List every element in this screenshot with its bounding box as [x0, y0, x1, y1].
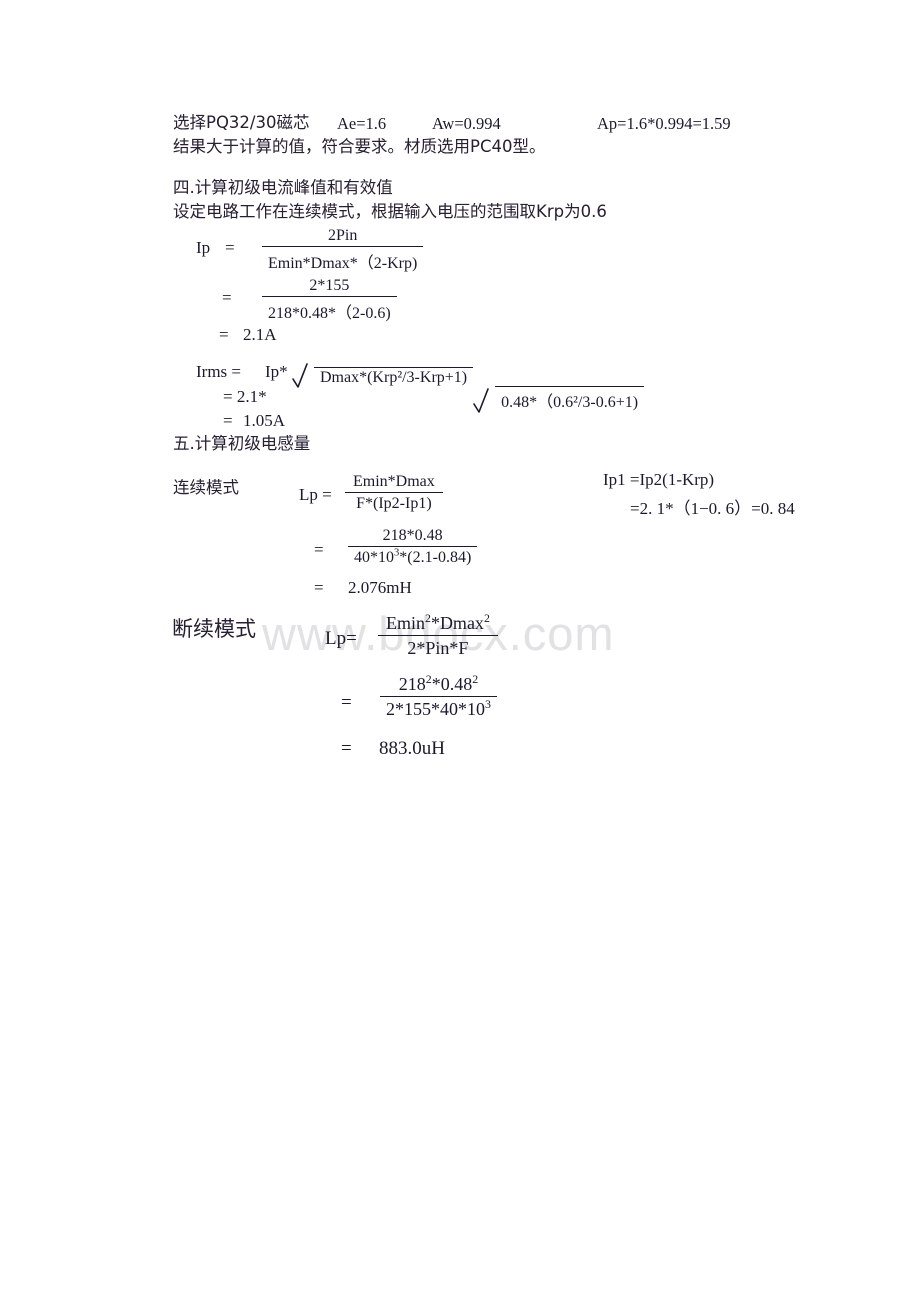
section-four-heading: 四.计算初级电流峰值和有效值	[173, 178, 393, 197]
ip-equals-2: =	[222, 288, 232, 307]
square-root-icon	[292, 363, 308, 388]
discontinuous-mode-label: 断续模式	[172, 617, 256, 641]
ip-denominator-symbolic: Emin*Dmax*（2-Krp)	[268, 255, 418, 272]
section-five-heading: 五.计算初级电感量	[173, 434, 311, 453]
continuous-numerator-symbolic: Emin*Dmax	[345, 473, 443, 493]
discontinuous-numerator-symbolic: Emin2*Dmax2	[378, 611, 498, 636]
irms-radicand-numeric: 0.48*（0.6²/3-0.6+1)	[495, 386, 645, 412]
discontinuous-fraction-symbolic: Emin2*Dmax2 2*Pin*F	[378, 611, 498, 659]
continuous-result: 2.076mH	[348, 578, 412, 597]
square-root-icon	[473, 388, 489, 413]
ip-equals-3: =	[219, 325, 229, 344]
discontinuous-numerator-numeric: 2182*0.482	[380, 672, 497, 697]
core-ae-value: Ae=1.6	[337, 114, 387, 133]
ip-fraction-numeric: 2*155 218*0.48*（2-0.6)	[262, 277, 397, 323]
discontinuous-denominator-prefix: 2*155*40*10	[386, 699, 485, 719]
discontinuous-denominator-symbolic: 2*Pin*F	[407, 638, 469, 658]
ip1-side-line-1: Ip1 =Ip2(1-Krp)	[603, 470, 715, 489]
document-content: 选择PQ32/30磁芯 Ae=1.6 Aw=0.994 Ap=1.6*0.994…	[0, 0, 920, 759]
discontinuous-numerator-048: *0.48	[431, 674, 473, 694]
continuous-fraction-numeric: 218*0.48 40*103*(2.1-0.84)	[348, 527, 478, 567]
irms-radicand-symbolic: Dmax*(Krp²/3-Krp+1)	[314, 367, 474, 387]
irms-radical-numeric: 0.48*（0.6²/3-0.6+1)	[473, 386, 645, 413]
discontinuous-equals-2: =	[341, 692, 352, 713]
core-selection-note: 结果大于计算的值，符合要求。材质选用PC40型。	[173, 137, 546, 156]
discontinuous-numerator-218: 218	[398, 674, 426, 694]
discontinuous-numerator-dmax-exponent: 2	[483, 611, 490, 625]
continuous-denominator-suffix: *(2.1-0.84)	[399, 549, 472, 566]
continuous-mode-label: 连续模式	[173, 478, 239, 497]
core-selection-label: 选择PQ32/30磁芯	[173, 113, 310, 132]
continuous-equals-2: =	[314, 540, 324, 559]
discontinuous-numerator-dmax: *Dmax	[430, 613, 484, 633]
irms-equals-3: =	[223, 411, 233, 430]
discontinuous-result: 883.0uH	[379, 738, 445, 759]
discontinuous-numerator-048-exponent: 2	[472, 672, 479, 686]
discontinuous-lp-label: Lp=	[325, 628, 357, 649]
continuous-lp-label: Lp =	[299, 485, 332, 504]
ip-equals-1: =	[225, 238, 235, 257]
discontinuous-numerator-emin: Emin	[386, 613, 425, 633]
section-four-intro: 设定电路工作在连续模式，根据输入电压的范围取Krp为0.6	[173, 202, 607, 221]
continuous-equals-3: =	[314, 578, 324, 597]
ip-numerator-symbolic: 2Pin	[262, 227, 424, 247]
continuous-denominator-symbolic: F*(Ip2-Ip1)	[356, 495, 432, 512]
document-page: www.bdocx.com 选择PQ32/30磁芯 Ae=1.6 Aw=0.99…	[0, 0, 920, 1302]
discontinuous-denominator-numeric: 2*155*40*103	[380, 697, 497, 720]
irms-label: Irms =	[196, 362, 241, 381]
ip-label: Ip	[196, 238, 211, 257]
ip1-side-line-2: =2. 1*（1−0. 6）=0. 84	[630, 499, 795, 518]
ip-fraction-symbolic: 2Pin Emin*Dmax*（2-Krp)	[262, 227, 424, 273]
continuous-fraction-symbolic: Emin*Dmax F*(Ip2-Ip1)	[345, 473, 443, 513]
discontinuous-equals-3: =	[341, 738, 352, 759]
core-ap-value: Ap=1.6*0.994=1.59	[597, 114, 731, 133]
ip-result: 2.1A	[243, 325, 277, 344]
continuous-denominator-numeric: 40*103*(2.1-0.84)	[348, 547, 477, 567]
discontinuous-denominator-exponent: 3	[485, 697, 491, 711]
continuous-denominator-prefix: 40*10	[354, 549, 394, 566]
ip-numerator-numeric: 2*155	[262, 277, 397, 297]
core-aw-value: Aw=0.994	[432, 114, 501, 133]
irms-coefficient: Ip*	[265, 362, 288, 381]
continuous-numerator-numeric: 218*0.48	[348, 527, 478, 547]
discontinuous-fraction-numeric: 2182*0.482 2*155*40*103	[380, 672, 497, 720]
irms-equals-2: = 2.1*	[223, 387, 267, 406]
irms-radical-symbolic: Dmax*(Krp²/3-Krp+1)	[292, 363, 474, 388]
ip-denominator-numeric: 218*0.48*（2-0.6)	[268, 305, 391, 322]
irms-result: 1.05A	[243, 411, 286, 430]
